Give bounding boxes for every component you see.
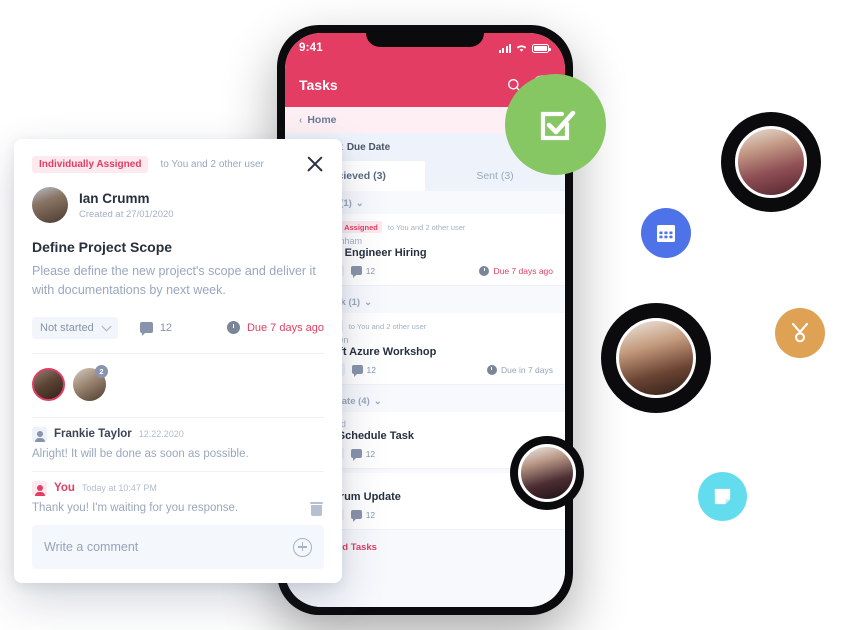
chevron-down-icon: ⌄ bbox=[373, 396, 382, 407]
task-comment-value: 12 bbox=[365, 265, 376, 276]
award-badge[interactable] bbox=[775, 308, 825, 358]
trash-body bbox=[311, 504, 322, 516]
detail-due: Due 7 days ago bbox=[226, 321, 324, 335]
status-select-value: Not started bbox=[40, 321, 94, 334]
comment-author: You bbox=[54, 482, 75, 495]
task-comment-count[interactable]: 12 bbox=[351, 364, 376, 377]
comment-icon bbox=[139, 322, 153, 337]
avatar bbox=[32, 187, 68, 223]
avatar-ring-bottom bbox=[510, 436, 584, 510]
comment-time: 12.22.2020 bbox=[138, 429, 184, 440]
status-select[interactable]: Not started bbox=[32, 316, 118, 339]
task-detail-card: Individually Assigned to You and 2 other… bbox=[14, 139, 342, 583]
person-icon bbox=[32, 426, 47, 443]
chevron-down-icon: ⌄ bbox=[364, 297, 373, 308]
calendar-icon bbox=[657, 225, 675, 242]
comment-icon bbox=[350, 449, 362, 461]
avatar-ring-center-right bbox=[601, 303, 711, 413]
detail-header: Individually Assigned to You and 2 other… bbox=[32, 155, 324, 173]
checkbox-edit-icon bbox=[540, 110, 575, 140]
avatar[interactable] bbox=[32, 367, 65, 401]
detail-created-at: Created at 27/01/2020 bbox=[79, 208, 174, 220]
task-comment-count[interactable]: 12 bbox=[350, 509, 376, 522]
note-icon bbox=[714, 488, 731, 505]
detail-assignment-chip: Individually Assigned bbox=[32, 155, 149, 173]
detail-description: Please define the new project's scope an… bbox=[32, 264, 316, 298]
status-bar-time: 9:41 bbox=[299, 42, 323, 54]
clock-icon bbox=[226, 321, 240, 335]
chevron-down-icon: ⌄ bbox=[355, 198, 364, 209]
comment-author: Frankie Taylor bbox=[54, 428, 132, 441]
avatar bbox=[616, 318, 696, 398]
comment-header: Frankie Taylor 12.22.2020 bbox=[32, 426, 324, 443]
avatar-ring-top-right bbox=[721, 112, 821, 212]
detail-due-label: Due 7 days ago bbox=[246, 321, 324, 334]
task-chip-sub: to You and 2 other user bbox=[348, 321, 427, 331]
task-check-badge[interactable] bbox=[505, 74, 606, 175]
clock-icon bbox=[479, 265, 490, 276]
task-comment-count[interactable]: 12 bbox=[350, 448, 376, 461]
chevron-left-icon: ‹ bbox=[299, 114, 303, 126]
clock-icon bbox=[487, 364, 498, 375]
breadcrumb-label: Home bbox=[307, 114, 337, 126]
detail-participants: 2 bbox=[32, 354, 324, 417]
task-due-label: Due 7 days ago bbox=[493, 265, 553, 276]
trash-lid bbox=[310, 501, 323, 504]
detail-author-info: Ian Crumm Created at 27/01/2020 bbox=[79, 190, 174, 219]
detail-comment-count[interactable]: 12 bbox=[139, 321, 173, 337]
task-comment-value: 12 bbox=[366, 364, 376, 375]
task-due: Due 7 days ago bbox=[479, 265, 553, 276]
task-comment-count[interactable]: 12 bbox=[350, 265, 376, 278]
comment-composer[interactable]: Write a comment bbox=[32, 525, 324, 569]
comment-header: You Today at 10:47 PM bbox=[32, 480, 324, 497]
comment-icon bbox=[350, 266, 362, 278]
comment-time: Today at 10:47 PM bbox=[81, 483, 157, 494]
person-icon bbox=[32, 480, 47, 497]
comment-icon bbox=[350, 510, 362, 522]
task-comment-value: 12 bbox=[365, 448, 376, 459]
participants-count-badge: 2 bbox=[95, 364, 108, 378]
avatar bbox=[735, 126, 807, 198]
close-icon[interactable] bbox=[306, 155, 324, 173]
wifi-icon bbox=[516, 45, 527, 52]
comment-icon bbox=[351, 365, 363, 377]
comment-input-placeholder[interactable]: Write a comment bbox=[44, 540, 293, 554]
comment-item: You Today at 10:47 PM Thank you! I'm wai… bbox=[32, 470, 324, 525]
task-due-label: Due in 7 days bbox=[501, 364, 553, 375]
detail-status-row: Not started 12 Due 7 days ago bbox=[32, 316, 324, 354]
detail-title: Define Project Scope bbox=[32, 239, 173, 255]
calendar-badge[interactable] bbox=[641, 208, 691, 258]
scene: 9:41 Tasks ‹ Home Due Date Recieved (3) … bbox=[0, 0, 851, 630]
task-comment-value: 12 bbox=[365, 509, 376, 520]
chevron-down-icon bbox=[101, 321, 112, 332]
delete-icon[interactable] bbox=[310, 501, 323, 516]
app-title: Tasks bbox=[299, 77, 338, 93]
phone-notch bbox=[366, 25, 484, 47]
task-due: Due in 7 days bbox=[487, 364, 553, 375]
status-bar-icons bbox=[498, 43, 551, 53]
task-chip-sub: to You and 2 other user bbox=[387, 222, 466, 232]
group-by-value[interactable]: Due Date bbox=[347, 142, 390, 153]
signal-bars-icon bbox=[498, 44, 511, 53]
detail-author-name: Ian Crumm bbox=[79, 191, 150, 207]
detail-comment-value: 12 bbox=[159, 321, 173, 334]
comment-item: Frankie Taylor 12.22.2020 Alright! It wi… bbox=[32, 416, 324, 471]
avatar[interactable]: 2 bbox=[73, 364, 108, 401]
avatar bbox=[518, 444, 576, 502]
medal-icon bbox=[791, 322, 809, 343]
comment-text: Thank you! I'm waiting for you response. bbox=[32, 501, 239, 514]
plus-circle-icon[interactable] bbox=[293, 537, 312, 557]
detail-assigned-to: to You and 2 other user bbox=[160, 158, 264, 170]
battery-icon bbox=[532, 44, 551, 53]
comment-text: Alright! It will be done as soon as poss… bbox=[32, 447, 249, 460]
note-badge[interactable] bbox=[698, 472, 747, 521]
detail-author: Ian Crumm Created at 27/01/2020 bbox=[32, 187, 324, 223]
